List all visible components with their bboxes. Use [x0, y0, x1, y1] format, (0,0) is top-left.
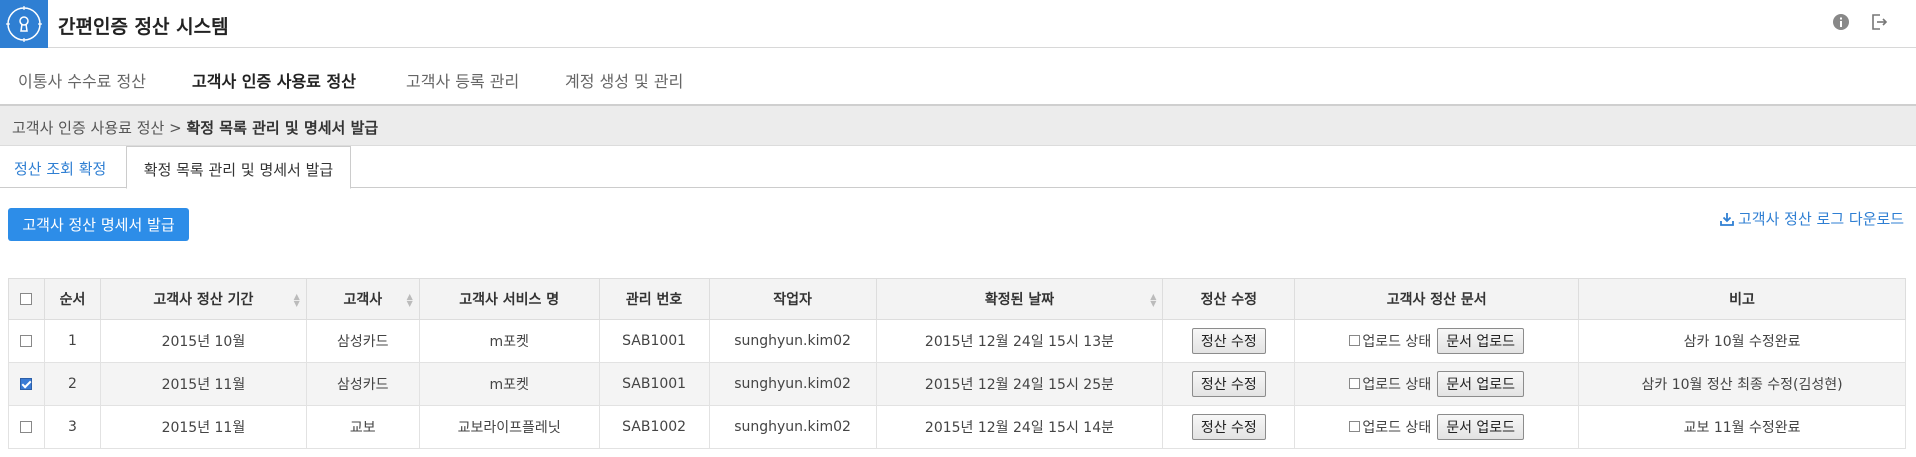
upload-state-checkbox[interactable] — [1349, 378, 1361, 389]
cell-note: 삼카 10월 수정완료 — [1578, 319, 1906, 363]
cell-mgmt-no: SAB1001 — [598, 319, 710, 363]
cell-worker: sunghyun.kim02 — [708, 319, 877, 363]
cell-index: 2 — [43, 362, 101, 406]
edit-settlement-button[interactable]: 정산 수정 — [1191, 371, 1266, 397]
cell-note: 교보 11월 수정완료 — [1578, 405, 1906, 449]
upload-state-label: 업로드 상태 — [1362, 376, 1432, 393]
download-log-label: 고객사 정산 로그 다운로드 — [1738, 210, 1905, 228]
app-logo[interactable] — [0, 0, 48, 48]
upload-state-checkbox[interactable] — [1349, 421, 1361, 432]
main-nav: 이통사 수수료 정산 고객사 인증 사용료 정산 고객사 등록 관리 계정 생성… — [0, 49, 1916, 107]
app-header: 간편인증 정산 시스템 — [0, 0, 1916, 48]
select-all-cell — [8, 278, 45, 320]
cell-service: 교보라이프플레닛 — [418, 405, 600, 449]
col-document: 고객사 정산 문서 — [1294, 278, 1580, 320]
row-checkbox[interactable] — [20, 335, 33, 347]
col-mgmt-no: 관리 번호 — [598, 278, 710, 320]
download-icon — [1720, 212, 1734, 226]
col-service: 고객사 서비스 명 — [418, 278, 600, 320]
subtab-settlement-query[interactable]: 정산 조회 확정 — [14, 146, 106, 188]
upload-document-button[interactable]: 문서 업로드 — [1437, 371, 1525, 397]
cell-customer: 교보 — [305, 405, 420, 449]
col-edit: 정산 수정 — [1162, 278, 1296, 320]
cell-confirmed-date: 2015년 12월 24일 15시 13분 — [875, 319, 1164, 363]
app-title: 간편인증 정산 시스템 — [58, 16, 229, 38]
nav-tab-customer-auth-fee[interactable]: 고객사 인증 사용료 정산 — [192, 68, 356, 107]
select-all-checkbox[interactable] — [20, 293, 33, 305]
nav-tab-account-management[interactable]: 계정 생성 및 관리 — [565, 68, 683, 104]
cell-note: 삼카 10월 정산 최종 수정(김성현) — [1578, 362, 1906, 406]
keyhole-clock-icon — [6, 6, 42, 42]
table-row: 1 2015년 10월 삼성카드 m포켓 SAB1001 sunghyun.ki… — [8, 319, 1906, 363]
logout-icon[interactable] — [1870, 13, 1890, 33]
cell-period: 2015년 10월 — [99, 319, 307, 363]
table-row: 2 2015년 11월 삼성카드 m포켓 SAB1001 sunghyun.ki… — [8, 362, 1906, 406]
cell-mgmt-no: SAB1001 — [598, 362, 710, 406]
sort-icon[interactable]: ▲ ▼ — [1150, 293, 1156, 308]
col-index: 순서 — [43, 278, 101, 320]
nav-tab-carrier-fee[interactable]: 이통사 수수료 정산 — [18, 68, 146, 104]
col-period[interactable]: 고객사 정산 기간 ▲ ▼ — [99, 278, 307, 320]
row-checkbox[interactable] — [20, 421, 33, 433]
col-worker: 작업자 — [708, 278, 877, 320]
upload-state-label: 업로드 상태 — [1362, 419, 1432, 436]
cell-period: 2015년 11월 — [99, 362, 307, 406]
cell-worker: sunghyun.kim02 — [708, 362, 877, 406]
issue-statement-button[interactable]: 고객사 정산 명세서 발급 — [8, 208, 189, 241]
upload-state-label: 업로드 상태 — [1362, 333, 1432, 350]
col-note: 비고 — [1578, 278, 1906, 320]
edit-settlement-button[interactable]: 정산 수정 — [1191, 414, 1266, 440]
confirmed-list-table: 순서 고객사 정산 기간 ▲ ▼ 고객사 ▲ ▼ 고객사 서비스 명 관리 번호 작업자… — [8, 278, 1906, 449]
cell-mgmt-no: SAB1002 — [598, 405, 710, 449]
cell-confirmed-date: 2015년 12월 24일 15시 14분 — [875, 405, 1164, 449]
table-row: 3 2015년 11월 교보 교보라이프플레닛 SAB1002 sunghyun… — [8, 405, 1906, 449]
breadcrumb-current: 확정 목록 관리 및 명세서 발급 — [186, 119, 379, 137]
sort-icon[interactable]: ▲ ▼ — [294, 293, 300, 308]
edit-settlement-button[interactable]: 정산 수정 — [1191, 328, 1266, 354]
cell-service: m포켓 — [418, 319, 600, 363]
breadcrumb-parent[interactable]: 고객사 인증 사용료 정산 — [12, 119, 164, 137]
nav-tab-customer-registration[interactable]: 고객사 등록 관리 — [406, 68, 519, 104]
cell-index: 3 — [43, 405, 101, 449]
cell-worker: sunghyun.kim02 — [708, 405, 877, 449]
breadcrumb-separator: > — [169, 119, 182, 137]
sub-tabs: 정산 조회 확정 확정 목록 관리 및 명세서 발급 — [0, 146, 1916, 189]
cell-index: 1 — [43, 319, 101, 363]
upload-document-button[interactable]: 문서 업로드 — [1437, 328, 1525, 354]
upload-state-checkbox[interactable] — [1349, 335, 1361, 346]
sort-icon[interactable]: ▲ ▼ — [407, 293, 413, 308]
info-icon[interactable] — [1832, 13, 1852, 33]
cell-period: 2015년 11월 — [99, 405, 307, 449]
table-header-row: 순서 고객사 정산 기간 ▲ ▼ 고객사 ▲ ▼ 고객사 서비스 명 관리 번호 작업자… — [8, 278, 1906, 320]
subtab-confirmed-list[interactable]: 확정 목록 관리 및 명세서 발급 — [126, 146, 351, 189]
cell-customer: 삼성카드 — [305, 362, 420, 406]
col-confirmed-date[interactable]: 확정된 날짜 ▲ ▼ — [875, 278, 1164, 320]
cell-customer: 삼성카드 — [305, 319, 420, 363]
download-log-link[interactable]: 고객사 정산 로그 다운로드 — [1720, 208, 1904, 229]
cell-service: m포켓 — [418, 362, 600, 406]
cell-confirmed-date: 2015년 12월 24일 15시 25분 — [875, 362, 1164, 406]
row-checkbox[interactable] — [20, 378, 33, 390]
breadcrumb: 고객사 인증 사용료 정산 > 확정 목록 관리 및 명세서 발급 — [0, 104, 1916, 146]
upload-document-button[interactable]: 문서 업로드 — [1437, 414, 1525, 440]
col-customer[interactable]: 고객사 ▲ ▼ — [305, 278, 420, 320]
